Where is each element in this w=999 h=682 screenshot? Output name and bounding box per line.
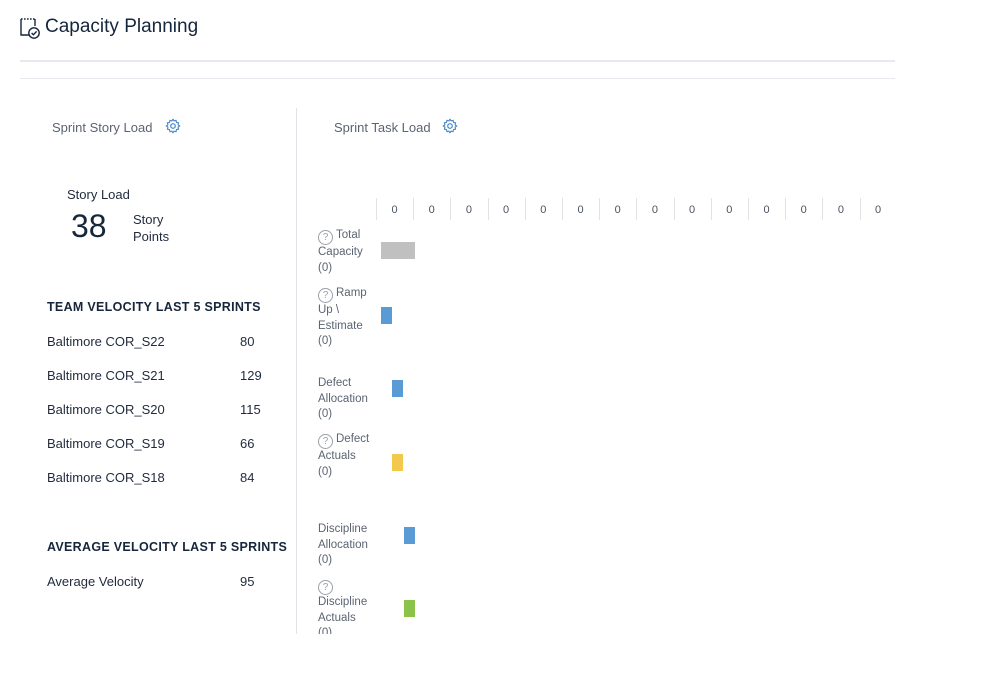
category-label-text: Defect <box>318 377 352 389</box>
category-label-text: Total <box>336 229 361 241</box>
task-load-chart: 0 0 0 0 0 0 0 0 0 0 0 0 0 0? Total Capacity (0)? Ramp Up \… <box>300 180 900 634</box>
sprint-velocity: 129 <box>240 368 262 383</box>
x-tick-label: 0 <box>465 204 472 216</box>
sprint-name: Baltimore COR_S20 <box>47 402 165 417</box>
bar[interactable] <box>404 527 415 544</box>
category-label-line: Actuals <box>318 611 380 627</box>
category-label-text: Estimate <box>318 319 363 332</box>
average-velocity-value: 95 <box>240 574 255 589</box>
x-tick-label: 0 <box>577 204 584 216</box>
help-circle-icon[interactable]: ? <box>318 580 333 595</box>
category-label-line: ? Total <box>318 228 380 245</box>
category-label: ? Ramp Up \ Estimate (0) <box>318 286 380 350</box>
category-label: ?Discipline Actuals (0) <box>318 578 380 634</box>
category-label-line: (0) <box>318 626 380 634</box>
category-label-text: (0) <box>318 554 333 566</box>
x-tick-label: 0 <box>391 204 398 216</box>
category-label-text: (0) <box>318 627 333 634</box>
category-label-line: Up \ <box>318 303 380 319</box>
category-label-line: Allocation <box>318 392 380 408</box>
category-label-line: (0) <box>318 553 380 569</box>
help-circle-icon[interactable]: ? <box>318 288 333 303</box>
x-tick-label: 0 <box>837 204 844 216</box>
category-label-text: Defect <box>336 433 370 445</box>
category-label: ? Total Capacity (0) <box>318 228 380 276</box>
category-label-text: Discipline <box>318 596 368 608</box>
sprint-name: Baltimore COR_S19 <box>47 436 165 451</box>
help-circle-icon[interactable]: ? <box>318 434 333 449</box>
category-label-line: Actuals <box>318 449 380 465</box>
panel-divider <box>296 108 297 634</box>
calendar-check-icon <box>20 18 40 39</box>
story-points-unit-line2: Points <box>133 229 170 244</box>
bar[interactable] <box>404 600 415 617</box>
category-label-text: Up \ <box>318 304 340 316</box>
story-points-unit: Story Points <box>133 211 193 245</box>
bar[interactable] <box>381 307 392 324</box>
category-label-text: Capacity <box>318 246 363 258</box>
x-tick-label: 0 <box>614 204 621 216</box>
category-label-text: (0) <box>318 261 333 274</box>
category-label-line: Estimate <box>318 319 380 335</box>
category-label-text: (0) <box>318 408 333 420</box>
category-label-line: (0) <box>318 334 380 350</box>
category-label-line: Discipline <box>318 522 380 538</box>
x-tick-label: 0 <box>689 204 696 216</box>
team-velocity-heading: TEAM VELOCITY LAST 5 SPRINTS <box>47 300 261 314</box>
story-panel-title: Sprint Story Load <box>52 120 153 135</box>
average-velocity-label: Average Velocity <box>47 574 144 589</box>
gear-icon[interactable] <box>442 118 458 134</box>
task-panel-title: Sprint Task Load <box>334 120 431 135</box>
x-tick-label: 0 <box>503 204 510 216</box>
category-label-text: (0) <box>318 335 333 347</box>
bar[interactable] <box>392 380 403 397</box>
category-label-text: Ramp <box>336 287 367 299</box>
header-divider <box>20 60 895 62</box>
story-points-value: 38 <box>71 208 107 244</box>
sprint-velocity: 80 <box>240 334 255 349</box>
category-label-text: Allocation <box>318 392 368 405</box>
category-label-line: Defect <box>318 376 380 392</box>
bar[interactable] <box>392 454 403 471</box>
page-title: Capacity Planning <box>45 16 199 37</box>
category-label-text: Discipline <box>318 523 368 535</box>
x-tick-label: 0 <box>800 204 807 216</box>
x-tick-label: 0 <box>540 204 547 216</box>
gear-icon[interactable] <box>165 118 181 134</box>
sprint-velocity: 115 <box>240 402 261 417</box>
category-label-text: Allocation <box>318 538 368 551</box>
toolbar-divider <box>20 78 895 79</box>
category-label-line: Allocation <box>318 538 380 554</box>
story-points-unit-line1: Story <box>133 212 164 227</box>
sprint-velocity: 66 <box>240 436 255 451</box>
average-velocity-heading: AVERAGE VELOCITY LAST 5 SPRINTS <box>47 540 288 554</box>
category-label-line: ? Defect <box>318 432 380 449</box>
sprint-name: Baltimore COR_S18 <box>47 470 165 485</box>
sprint-velocity: 84 <box>240 470 255 485</box>
category-label-text: Actuals <box>318 450 356 462</box>
x-tick-label: 0 <box>428 204 435 216</box>
category-label: Defect Allocation (0) <box>318 376 380 423</box>
sprint-name: Baltimore COR_S21 <box>47 368 165 383</box>
category-label-line: (0) <box>318 465 380 481</box>
help-circle-icon[interactable]: ? <box>318 230 333 245</box>
category-label-line: Capacity <box>318 245 380 261</box>
category-label-line: ?Discipline <box>318 578 380 611</box>
story-load-label: Story Load <box>67 187 130 202</box>
category-label: Discipline Allocation (0) <box>318 522 380 569</box>
sprint-name: Baltimore COR_S22 <box>47 334 165 349</box>
x-tick-label: 0 <box>726 204 733 216</box>
category-label-line: (0) <box>318 407 380 423</box>
category-label-text: (0) <box>318 465 333 478</box>
category-label-line: (0) <box>318 261 380 277</box>
x-tick-label: 0 <box>651 204 658 216</box>
category-label-text: Actuals <box>318 611 356 624</box>
x-tick-label: 0 <box>875 204 882 216</box>
category-label-line: ? Ramp <box>318 286 380 303</box>
bar[interactable] <box>381 242 415 259</box>
category-label: ? Defect Actuals (0) <box>318 432 380 480</box>
x-tick-label: 0 <box>763 204 770 216</box>
